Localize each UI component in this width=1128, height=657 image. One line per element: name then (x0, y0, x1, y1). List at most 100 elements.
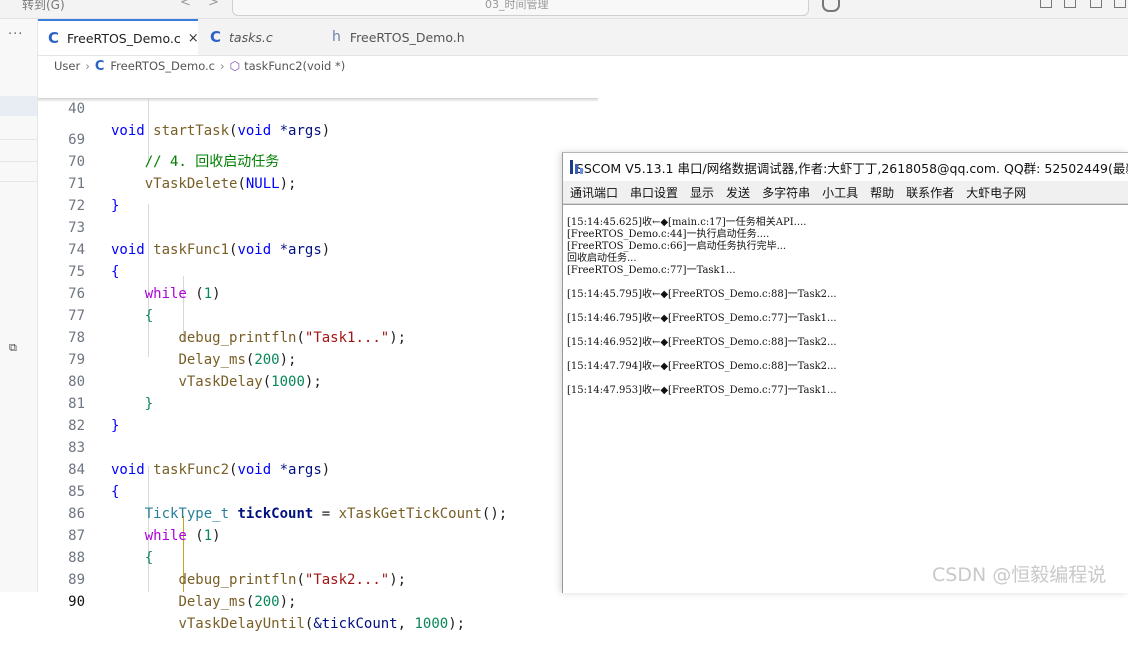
code-line[interactable]: 76 { (38, 261, 153, 324)
sidebar-divider (0, 181, 37, 182)
code-line[interactable]: 73 void taskFunc1(void *args) (38, 195, 330, 258)
tab-label: FreeRTOS_Demo.c (67, 30, 181, 46)
watermark: CSDN @恒毅编程说 (932, 564, 1107, 586)
layout-sidebar-icon[interactable] (1064, 0, 1076, 8)
menu-go[interactable]: 转到(G) (22, 0, 65, 13)
sscom-title: SSCOM V5.13.1 串口/网络数据调试器,作者:大虾丁丁,2618058… (576, 160, 1128, 176)
log-line: [FreeRTOS_Demo.c:44]一执行启动任务.... (567, 229, 770, 240)
command-center-text: 03_时间管理 (485, 0, 549, 11)
code-token: vTaskDelayUntil (178, 616, 305, 632)
code-token: void (111, 123, 145, 139)
copilot-icon[interactable] (822, 0, 840, 12)
more-dots-icon[interactable]: ··· (8, 27, 23, 42)
editor-tabs: C FreeRTOS_Demo.c × C tasks.c h FreeRTOS… (38, 19, 1128, 56)
log-line: [FreeRTOS_Demo.c:77]一Task1... (567, 265, 736, 276)
code-token: 200 (254, 594, 280, 610)
code-line[interactable]: 86 while (1) (38, 481, 220, 544)
tab-freertos-demo-h[interactable]: h FreeRTOS_Demo.h (318, 19, 478, 55)
menu-item-send[interactable]: 发送 (726, 184, 750, 201)
sticky-scroll-line[interactable]: 40 void startTask(void *args) (38, 76, 598, 139)
sidebar-selected-row[interactable] (0, 96, 37, 116)
code-line[interactable]: 78 Delay_ms(200); (38, 305, 296, 368)
code-line[interactable]: 72 (38, 173, 85, 214)
code-token: *args (279, 462, 322, 478)
menu-item-serial-settings[interactable]: 串口设置 (630, 184, 678, 201)
close-icon[interactable]: × (188, 31, 199, 46)
breadcrumb-file[interactable]: FreeRTOS_Demo.c (110, 59, 215, 73)
code-line[interactable]: 74 { (38, 217, 119, 280)
tab-tasks-c[interactable]: C tasks.c (200, 19, 318, 55)
code-line-current[interactable]: 90 vTaskDelayUntil(&tickCount, 1000); (38, 569, 465, 632)
tab-freertos-demo-c[interactable]: C FreeRTOS_Demo.c × (38, 19, 199, 55)
layout-customize-icon[interactable] (1114, 0, 1126, 8)
code-token: 200 (254, 352, 280, 368)
code-token: TickType_t (144, 506, 230, 522)
sticky-scroll-shadow (38, 98, 598, 102)
menu-item-contact[interactable]: 联系作者 (906, 184, 954, 201)
code-token: vTaskDelete (144, 176, 238, 192)
code-token: 1000 (271, 374, 305, 390)
code-line[interactable]: 87 { (38, 503, 153, 566)
code-comment: // 4. 回收启动任务 (144, 154, 280, 170)
code-token: *args (279, 242, 322, 258)
code-token: while (144, 528, 187, 544)
menu-item-multi-string[interactable]: 多字符串 (762, 184, 810, 201)
code-line[interactable]: 84 { (38, 437, 119, 500)
forward-arrow-icon[interactable]: > (208, 0, 219, 10)
code-line[interactable]: 70 vTaskDelete(NULL); (38, 129, 296, 192)
log-line: [15:14:47.794]收←◆[FreeRTOS_Demo.c:88]一Ta… (567, 361, 837, 372)
log-line: 回收启动任务... (567, 253, 637, 264)
code-token: void (237, 123, 272, 139)
code-line[interactable]: 85 TickType_t tickCount = xTaskGetTickCo… (38, 459, 507, 522)
menu-item-tools[interactable]: 小工具 (822, 184, 858, 201)
back-arrow-icon[interactable]: < (180, 0, 191, 10)
sscom-title-bar[interactable]: SSCOM V5.13.1 串口/网络数据调试器,作者:大虾丁丁,2618058… (563, 153, 1128, 181)
sidebar-divider (0, 161, 37, 162)
layout-bottom-icon[interactable] (1090, 0, 1102, 8)
code-line[interactable]: 83 void taskFunc2(void *args) (38, 415, 330, 478)
code-token: void (237, 242, 272, 258)
tab-label: tasks.c (229, 29, 273, 45)
log-line: [FreeRTOS_Demo.c:66]一启动任务执行完毕... (567, 241, 787, 252)
chevron-right-icon: › (85, 59, 90, 73)
menu-item-display[interactable]: 显示 (690, 184, 714, 201)
code-line[interactable]: 71 } (38, 151, 119, 214)
tab-label: FreeRTOS_Demo.h (349, 29, 465, 45)
code-line[interactable]: 88 debug_printfln("Task2..."); (38, 525, 406, 588)
code-token: vTaskDelay (178, 374, 263, 390)
code-token: debug_printfln (178, 572, 297, 588)
log-line: [15:14:46.952]收←◆[FreeRTOS_Demo.c:88]一Ta… (567, 337, 837, 348)
code-token: "Task2..." (304, 572, 390, 588)
code-token: *args (279, 123, 322, 139)
menu-item-port[interactable]: 通讯端口 (570, 184, 618, 201)
c-file-icon: C (94, 58, 105, 74)
log-line: [15:14:47.953]收←◆[FreeRTOS_Demo.c:77]一Ta… (567, 385, 837, 396)
code-token: taskFunc2 (153, 462, 230, 478)
log-line: [15:14:46.795]收←◆[FreeRTOS_Demo.c:77]一Ta… (567, 313, 837, 324)
breadcrumb-symbol[interactable]: taskFunc2(void *) (244, 59, 345, 73)
sidebar-strip: ··· ⧉ (0, 19, 38, 592)
code-token: Delay_ms (178, 352, 246, 368)
sscom-receive-area[interactable]: [15:14:45.625]收←◆[main.c:17]一任务相关API....… (563, 204, 1128, 593)
code-line[interactable]: 75 while (1) (38, 239, 220, 302)
breadcrumb-folder[interactable]: User (54, 59, 80, 73)
code-line[interactable]: 81 } (38, 371, 119, 434)
code-token: "Task1..." (304, 330, 390, 346)
code-line[interactable]: 69 // 4. 回收启动任务 (38, 107, 279, 170)
code-token: taskFunc1 (153, 242, 230, 258)
menu-item-website[interactable]: 大虾电子网 (966, 184, 1026, 201)
menu-item-help[interactable]: 帮助 (870, 184, 894, 201)
layout-panel-icon[interactable] (1040, 0, 1052, 8)
copy-icon[interactable]: ⧉ (9, 341, 17, 355)
function-cube-icon: ⬡ (229, 59, 241, 73)
code-token: NULL (245, 176, 280, 192)
code-line[interactable]: 79 vTaskDelay(1000); (38, 327, 322, 390)
code-token: debug_printfln (178, 330, 297, 346)
sscom-menu-bar: 通讯端口 串口设置 显示 发送 多字符串 小工具 帮助 联系作者 大虾电子网 (563, 181, 1128, 204)
line-number: 90 (68, 594, 85, 610)
code-line[interactable]: 80 } (38, 349, 153, 412)
breadcrumb: User › C FreeRTOS_Demo.c › ⬡ taskFunc2(v… (54, 58, 345, 74)
code-line[interactable]: 82 (38, 393, 85, 434)
code-line[interactable]: 77 debug_printfln("Task1..."); (38, 283, 406, 346)
code-line[interactable]: 89 Delay_ms(200); (38, 547, 296, 610)
